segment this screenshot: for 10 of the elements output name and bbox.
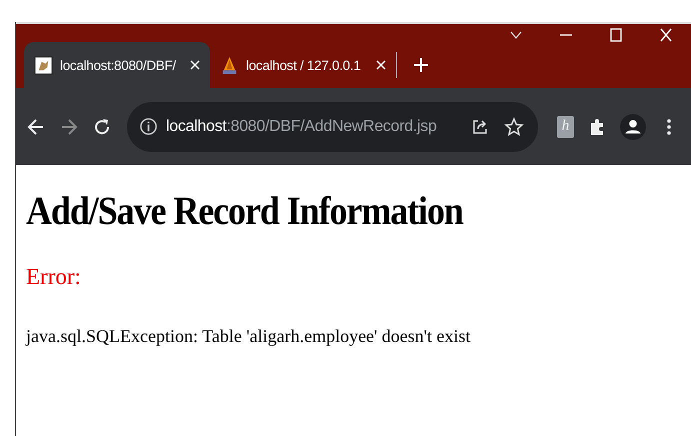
url-path: :8080/DBF/AddNewRecord.jsp xyxy=(226,118,437,134)
url-host: localhost xyxy=(166,118,226,134)
error-message: java.sql.SQLException: Table 'aligarh.employee' doesn't exist xyxy=(26,326,472,347)
page-heading: Add/Save Record Information xyxy=(26,187,464,234)
address-bar[interactable]: localhost:8080/DBF/AddNewRecord.jsp xyxy=(127,102,538,152)
tab-title: localhost / 127.0.0.1 xyxy=(246,58,362,72)
browser-tab[interactable]: localhost:8080/DBF/ xyxy=(24,42,210,88)
error-label: Error: xyxy=(26,264,82,290)
browser-tab[interactable]: localhost / 127.0.0.1 xyxy=(210,42,396,88)
tab-title: localhost:8080/DBF/ xyxy=(60,58,177,72)
